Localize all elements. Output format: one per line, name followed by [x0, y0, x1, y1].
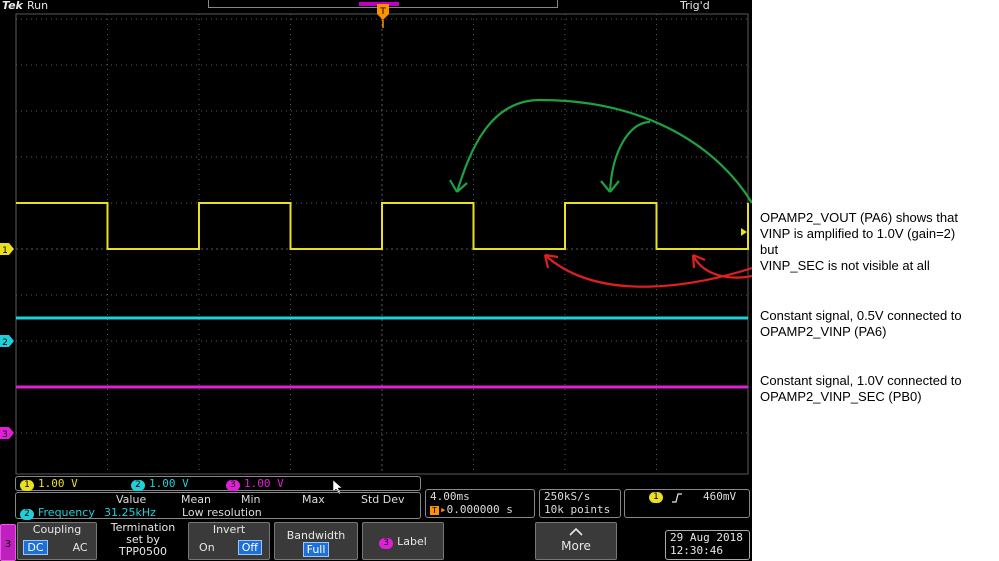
- invert-on-option[interactable]: On: [196, 541, 218, 554]
- annotation-panel: OPAMP2_VOUT (PA6) shows that VINP is amp…: [758, 0, 999, 561]
- meas-note: Low resolution: [182, 506, 262, 519]
- meas-name: Frequency: [38, 506, 95, 519]
- meas-header-max: Max: [302, 493, 325, 506]
- meas-header-mean: Mean: [181, 493, 211, 506]
- svg-text:2: 2: [2, 338, 8, 348]
- termination-info: Termination set by TPP0500: [99, 522, 187, 560]
- waveform-graticule[interactable]: T 1 2 3: [0, 0, 752, 520]
- meas-row[interactable]: 2 Frequency: [20, 506, 95, 520]
- svg-text:3: 3: [2, 430, 8, 440]
- meas-value: 31.25kHz: [104, 506, 156, 519]
- bandwidth-button[interactable]: Bandwidth Full: [274, 522, 358, 560]
- date-text: 29 Aug 2018: [670, 531, 743, 544]
- delay-arrow-icon: ▸: [440, 503, 447, 516]
- time-text: 12:30:46: [670, 544, 723, 557]
- annotation-vinp-sec: Constant signal, 1.0V connected to OPAMP…: [760, 373, 962, 404]
- ch1-scale-readout[interactable]: 1 1.00 V: [20, 477, 78, 491]
- date-time-display: 29 Aug 2018 12:30:46: [665, 530, 750, 560]
- coupling-button[interactable]: Coupling DC AC: [17, 522, 97, 560]
- channel-menu-tab[interactable]: 3: [0, 524, 16, 561]
- annotation-vout: OPAMP2_VOUT (PA6) shows that VINP is amp…: [760, 210, 958, 273]
- invert-off-option[interactable]: Off: [237, 540, 262, 555]
- measurement-panel[interactable]: Value Mean Min Max Std Dev 2 Frequency 31…: [15, 492, 421, 520]
- label-button[interactable]: 3 Label: [362, 522, 444, 560]
- acquisition-readout[interactable]: 250kS/s 10k points: [539, 489, 621, 518]
- trigger-level-marker: [741, 228, 747, 236]
- ch3-ground-marker[interactable]: 3: [0, 427, 14, 440]
- annotation-arrows: [449, 98, 752, 288]
- channel-scale-bar[interactable]: 1 1.00 V 2 1.00 V 3 1.00 V: [15, 476, 421, 491]
- ch3-scale-readout[interactable]: 3 1.00 V: [226, 477, 284, 491]
- ch1-ground-marker[interactable]: 1: [0, 243, 14, 256]
- coupling-ac-option[interactable]: AC: [70, 541, 91, 554]
- annotation-vinp: Constant signal, 0.5V connected to OPAMP…: [760, 308, 962, 339]
- ch1-trace: [16, 202, 749, 250]
- svg-text:1: 1: [2, 246, 8, 256]
- svg-text:T: T: [379, 7, 386, 17]
- coupling-dc-option[interactable]: DC: [23, 540, 48, 555]
- oscilloscope-screen: Tek Run Trig'd T 123 1 1.00 V 2 1.00 V 3…: [0, 0, 752, 561]
- meas-header-min: Min: [241, 493, 261, 506]
- trigger-source-badge: 1: [649, 492, 663, 503]
- trigger-readout[interactable]: 1 460mV: [624, 489, 750, 518]
- bandwidth-value: Full: [302, 542, 330, 557]
- more-button[interactable]: More: [535, 522, 617, 560]
- rising-edge-icon: [672, 493, 682, 503]
- chevron-up-icon: [569, 527, 583, 536]
- ch2-scale-readout[interactable]: 2 1.00 V: [131, 477, 189, 491]
- ch2-ground-marker[interactable]: 2: [0, 335, 14, 348]
- meas-header-stddev: Std Dev: [361, 493, 405, 506]
- trigger-position-icon: T: [430, 506, 439, 515]
- bottom-menu: 3 Coupling DC AC Termination set by TPP05…: [0, 520, 752, 561]
- label-channel-badge: 3: [379, 538, 394, 549]
- trigger-position-marker: T: [377, 4, 389, 28]
- invert-button[interactable]: Invert On Off: [188, 522, 270, 560]
- timebase-readout[interactable]: 4.00ms T ▸0.000000 s: [425, 489, 535, 518]
- meas-header-value: Value: [116, 493, 147, 506]
